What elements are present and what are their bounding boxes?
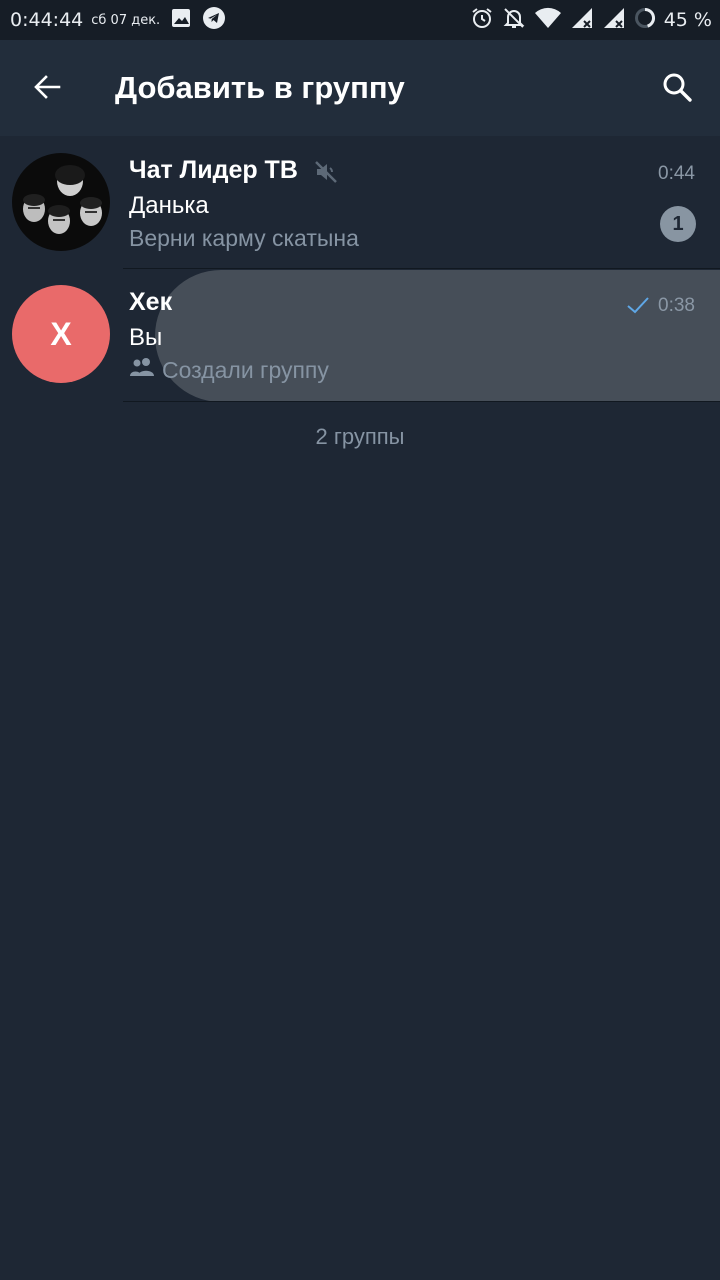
unread-badge: 1 [660, 206, 696, 242]
signal-icon [570, 7, 594, 33]
battery-ring-icon [634, 7, 656, 33]
arrow-left-icon [31, 71, 63, 108]
status-bar: 0:44:44 сб 07 дек. 45 % [0, 0, 720, 40]
avatar [12, 153, 110, 251]
chat-list-item[interactable]: Х Хек 0:38 Вы Создали группу [0, 268, 720, 402]
group-icon [129, 356, 156, 383]
avatar: Х [12, 285, 110, 383]
status-date: сб 07 дек. [91, 12, 161, 28]
chat-sender: Данька [129, 192, 209, 219]
battery-percent: 45 % [663, 9, 712, 31]
chat-name: Хек [129, 288, 173, 316]
chat-message-text: Создали группу [162, 357, 329, 383]
page-title: Добавить в группу [115, 70, 405, 105]
status-time: 0:44:44 [10, 9, 84, 31]
notifications-off-icon [502, 6, 526, 34]
wifi-icon [534, 7, 562, 33]
chat-list-item[interactable]: Чат Лидер ТВ 0:44 Данька Верни карму ска… [0, 136, 720, 268]
search-button[interactable] [652, 64, 702, 114]
chat-name: Чат Лидер ТВ [129, 156, 298, 184]
groups-count: 2 группы [315, 424, 405, 449]
chat-time: 0:38 [658, 295, 695, 316]
alarm-icon [470, 6, 494, 34]
mute-icon [313, 159, 339, 185]
app-bar: Добавить в группу [0, 40, 720, 136]
back-button[interactable] [22, 64, 72, 114]
telegram-icon [202, 6, 226, 34]
divider [123, 401, 720, 402]
check-icon [626, 294, 650, 316]
image-icon [170, 7, 192, 33]
signal-icon [602, 7, 626, 33]
chat-message: Создали группу [129, 357, 329, 385]
chat-time: 0:44 [658, 163, 695, 184]
search-icon [661, 71, 693, 108]
chat-sender: Вы [129, 324, 163, 351]
chat-message: Верни карму скатына [129, 225, 359, 251]
